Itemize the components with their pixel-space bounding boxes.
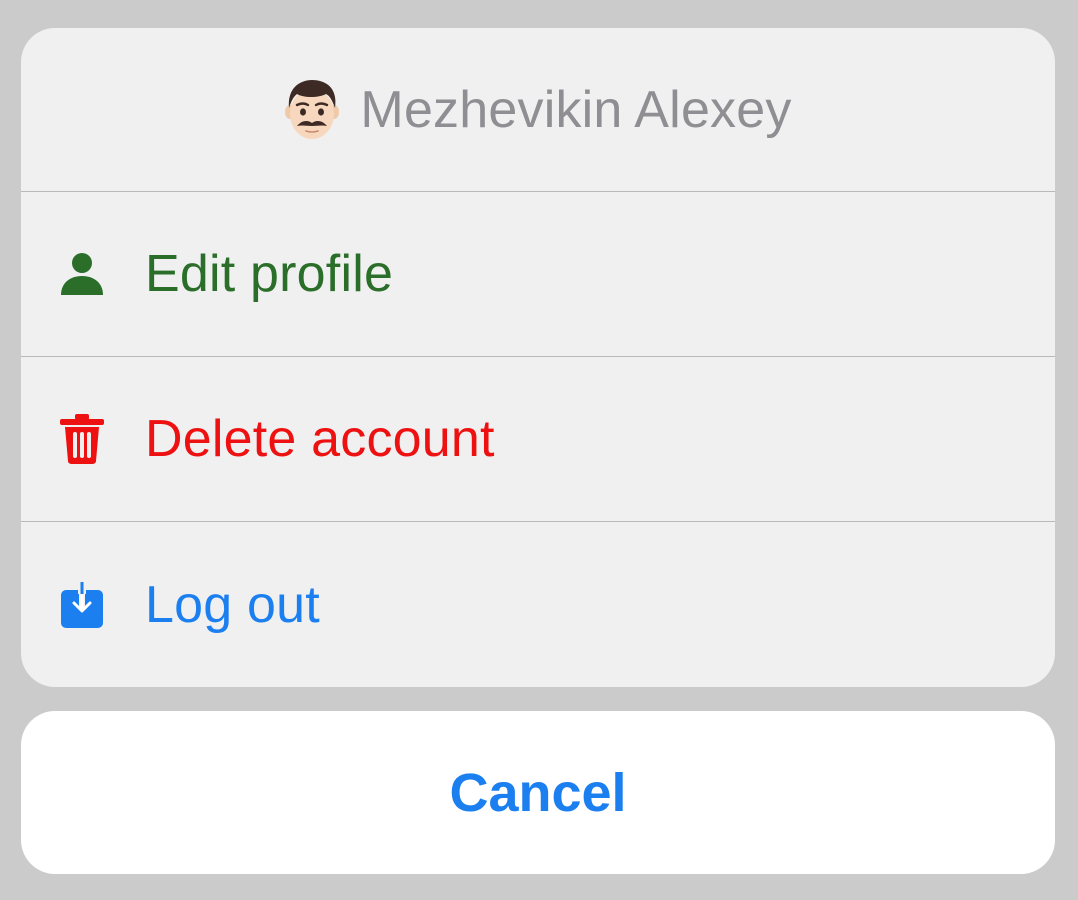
log-out-label: Log out [145, 575, 320, 634]
delete-account-button[interactable]: Delete account [21, 357, 1055, 522]
trash-icon [59, 414, 105, 464]
delete-account-label: Delete account [145, 410, 495, 468]
edit-profile-button[interactable]: Edit profile [21, 192, 1055, 357]
cancel-label: Cancel [449, 762, 627, 823]
tray-arrow-down-icon [59, 579, 105, 630]
action-sheet-header: Mezhevikin Alexey [21, 28, 1055, 192]
cancel-button[interactable]: Cancel [21, 711, 1055, 874]
log-out-button[interactable]: Log out [21, 522, 1055, 687]
edit-profile-label: Edit profile [145, 245, 394, 303]
action-sheet: Mezhevikin Alexey Edit profile Delete ac… [21, 28, 1055, 687]
action-sheet-title: Mezhevikin Alexey [360, 80, 792, 139]
man-face-emoji-icon [284, 78, 340, 142]
person-icon [59, 249, 105, 299]
